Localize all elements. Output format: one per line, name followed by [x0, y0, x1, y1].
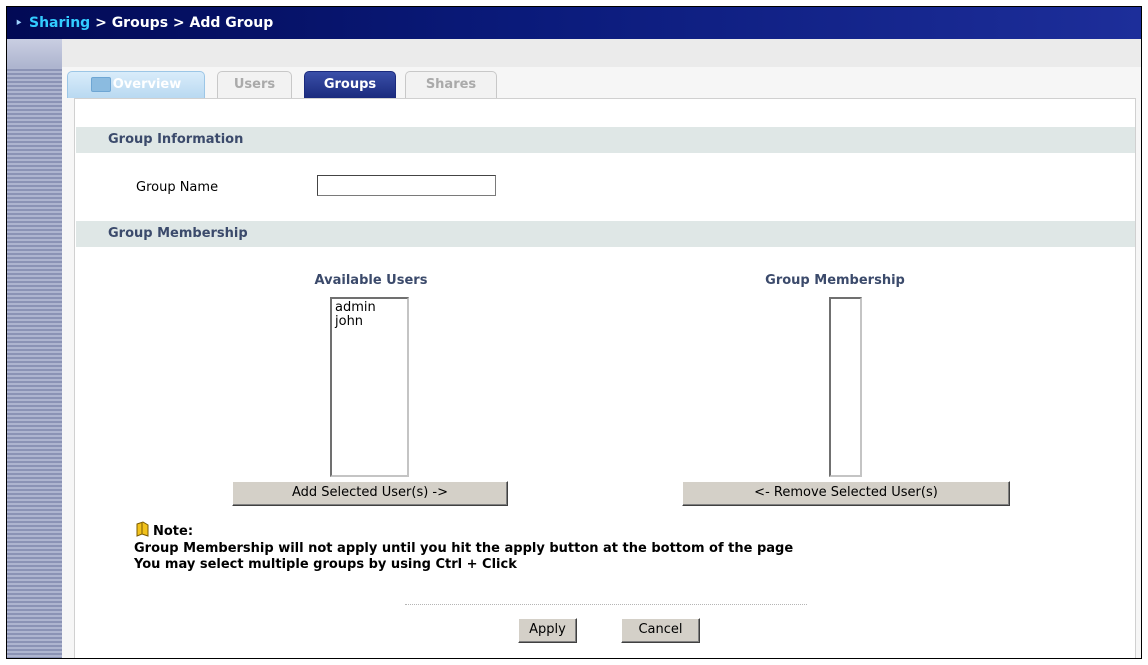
sidebar-top: [7, 39, 62, 67]
breadcrumb-item-groups: Groups: [111, 15, 169, 31]
group-name-label: Group Name: [136, 180, 219, 195]
group-name-input[interactable]: [317, 175, 496, 196]
note-line: Group Membership will not apply until yo…: [134, 541, 794, 556]
group-membership-listbox[interactable]: [829, 297, 862, 477]
apply-button[interactable]: Apply: [518, 618, 577, 643]
speech-bubble-icon: [90, 77, 111, 92]
breadcrumb-separator: >: [95, 15, 107, 31]
divider: [405, 604, 807, 605]
note-icon: [136, 521, 149, 537]
group-membership-title: Group Membership: [765, 273, 905, 288]
tab-users[interactable]: Users: [217, 71, 292, 98]
note-title: Note:: [153, 524, 194, 539]
app-frame: ‣ Sharing > Groups > Add Group Overview …: [6, 6, 1142, 659]
add-selected-users-button[interactable]: Add Selected User(s) ->: [232, 481, 508, 506]
tab-label: Overview: [112, 77, 182, 92]
list-item[interactable]: admin: [335, 301, 404, 315]
sidebar: [7, 39, 62, 658]
section-header-group-information: Group Information: [76, 127, 1135, 153]
breadcrumb: Sharing > Groups > Add Group: [29, 7, 273, 39]
breadcrumb-arrow-icon: ‣: [15, 16, 23, 30]
tab-overview[interactable]: Overview: [67, 71, 205, 98]
breadcrumb-separator: >: [172, 15, 185, 31]
breadcrumb-bar: ‣ Sharing > Groups > Add Group: [7, 7, 1141, 39]
breadcrumb-link-sharing[interactable]: Sharing: [29, 15, 90, 31]
breadcrumb-item-add-group: Add Group: [189, 15, 274, 31]
remove-selected-users-button[interactable]: <- Remove Selected User(s): [682, 481, 1010, 506]
note-line: You may select multiple groups by using …: [134, 557, 517, 572]
available-users-listbox[interactable]: admin john: [330, 297, 409, 477]
available-users-title: Available Users: [314, 273, 428, 288]
tab-groups[interactable]: Groups: [304, 71, 396, 98]
main-panel: Group Information Group Name Group Membe…: [74, 98, 1136, 658]
top-band: [62, 39, 1141, 67]
section-header-group-membership: Group Membership: [76, 221, 1135, 247]
tab-shares[interactable]: Shares: [405, 71, 497, 98]
list-item[interactable]: john: [335, 315, 404, 329]
cancel-button[interactable]: Cancel: [621, 618, 700, 643]
